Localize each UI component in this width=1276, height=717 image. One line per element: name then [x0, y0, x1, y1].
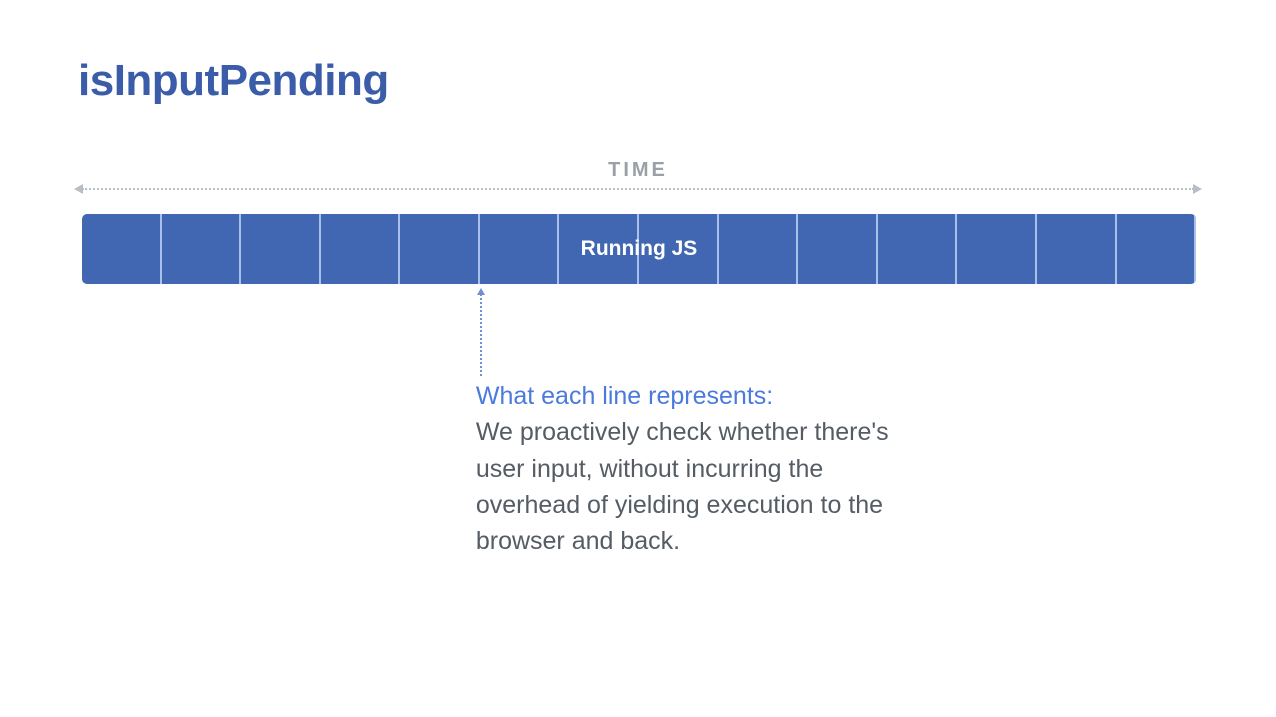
time-axis-label: TIME — [0, 159, 1276, 182]
running-js-bar: Running JS — [82, 214, 1196, 284]
time-axis — [82, 188, 1194, 194]
callout-text: What each line represents: We proactivel… — [476, 378, 896, 559]
callout-body: We proactively check whether there's use… — [476, 418, 889, 555]
running-js-bar-label: Running JS — [82, 214, 1196, 284]
timeline-bar-container: Running JS — [82, 214, 1196, 284]
slide-title: isInputPending — [78, 56, 389, 106]
callout-lead: What each line represents: — [476, 382, 773, 410]
callout-pointer — [480, 290, 482, 376]
